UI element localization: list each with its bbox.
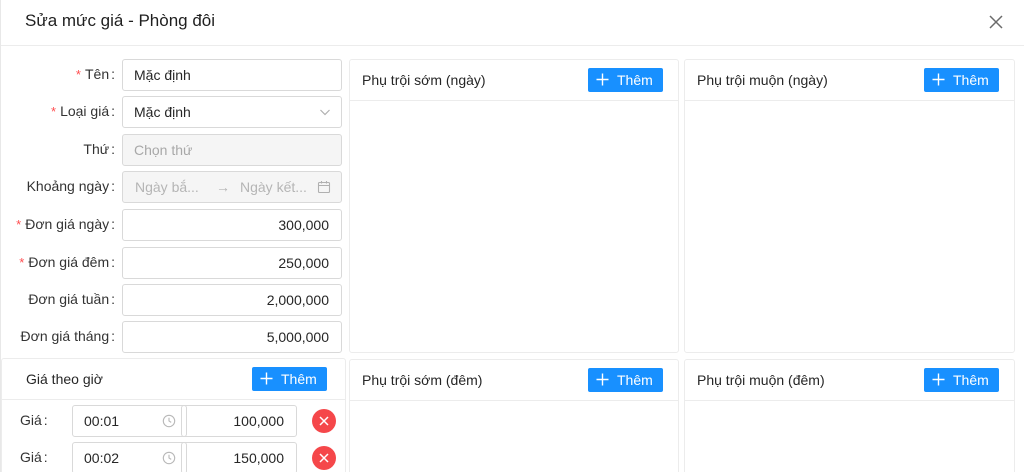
add-hourly-button[interactable]: Thêm — [252, 367, 327, 391]
price-type-select[interactable]: Mặc định — [122, 96, 342, 128]
night-price-input[interactable]: 250,000 — [122, 247, 342, 279]
panel-title: Phụ trội muộn (đêm) — [697, 372, 825, 388]
clock-icon — [162, 451, 176, 465]
price-type-value: Mặc định — [134, 104, 191, 120]
panel-header: Phụ trội sớm (ngày) Thêm — [350, 60, 678, 101]
close-button[interactable] — [985, 11, 1007, 33]
add-label: Thêm — [617, 72, 653, 88]
hourly-time-input[interactable]: 00:02 — [72, 442, 187, 472]
day-price-input[interactable]: 300,000 — [122, 209, 342, 241]
add-label: Thêm — [953, 72, 989, 88]
start-date-input[interactable]: Ngày bắ... — [135, 172, 199, 202]
date-range-picker[interactable]: Ngày bắ... → Ngày kết... — [122, 171, 342, 203]
price-type-label: * Loại giá: — [51, 103, 115, 119]
clock-icon — [162, 414, 176, 428]
end-date-input[interactable]: Ngày kết... — [240, 172, 307, 202]
weekday-row: Thứ: Chọn thứ — [1, 134, 346, 166]
plus-icon — [260, 372, 273, 385]
required-mark: * — [75, 67, 81, 82]
month-price-label: Đơn giá tháng: — [20, 328, 115, 344]
late-surcharge-night-panel: Phụ trội muộn (đêm) Thêm — [684, 359, 1015, 472]
early-surcharge-day-panel: Phụ trội sớm (ngày) Thêm — [349, 59, 679, 353]
delete-circle-icon — [319, 416, 329, 426]
add-late-night-button[interactable]: Thêm — [924, 368, 999, 392]
price-type-row: * Loại giá: Mặc định — [1, 96, 346, 128]
hourly-row-label: Giá: — [20, 412, 48, 428]
delete-circle-icon — [319, 453, 329, 463]
delete-hourly-button[interactable] — [312, 409, 336, 433]
early-surcharge-night-panel: Phụ trội sớm (đêm) Thêm — [349, 359, 679, 472]
late-surcharge-day-panel: Phụ trội muộn (ngày) Thêm — [684, 59, 1015, 353]
hourly-price-panel: Giá theo giờ Thêm Giá: 00:01 100,000 Giá… — [1, 358, 346, 472]
week-price-label: Đơn giá tuần: — [28, 291, 115, 307]
week-price-input[interactable]: 2,000,000 — [122, 284, 342, 316]
panel-title: Phụ trội sớm (đêm) — [362, 372, 483, 388]
weekday-label: Thứ: — [83, 141, 115, 157]
hourly-price-input[interactable]: 150,000 — [181, 442, 297, 472]
panel-title: Phụ trội sớm (ngày) — [362, 72, 486, 88]
month-price-row: Đơn giá tháng: 5,000,000 — [1, 321, 346, 353]
hourly-row: Giá: 00:01 100,000 — [14, 405, 344, 437]
edit-price-modal: Sửa mức giá - Phòng đôi * Tên: Mặc định *… — [0, 0, 1024, 472]
night-price-label: * Đơn giá đêm: — [19, 254, 115, 270]
panel-header: Phụ trội sớm (đêm) Thêm — [350, 360, 678, 401]
panel-header: Phụ trội muộn (đêm) Thêm — [685, 360, 1014, 401]
weekday-select[interactable]: Chọn thứ — [122, 134, 342, 166]
add-early-night-button[interactable]: Thêm — [588, 368, 663, 392]
hourly-row: Giá: 00:02 150,000 — [14, 442, 344, 472]
hourly-panel-header: Giá theo giờ Thêm — [2, 359, 345, 400]
plus-icon — [596, 373, 609, 386]
required-mark: * — [16, 217, 22, 232]
hourly-panel-title: Giá theo giờ — [26, 371, 103, 387]
chevron-down-icon — [320, 109, 330, 116]
night-price-row: * Đơn giá đêm: 250,000 — [1, 247, 346, 279]
panel-title: Phụ trội muộn (ngày) — [697, 72, 828, 88]
plus-icon — [932, 373, 945, 386]
range-arrow-icon: → — [216, 179, 230, 195]
month-price-input[interactable]: 5,000,000 — [122, 321, 342, 353]
date-range-row: Khoảng ngày: Ngày bắ... → Ngày kết... — [1, 171, 346, 203]
modal-title: Sửa mức giá - Phòng đôi — [25, 11, 216, 30]
panel-header: Phụ trội muộn (ngày) Thêm — [685, 60, 1014, 101]
day-price-label: * Đơn giá ngày: — [16, 216, 115, 232]
hourly-row-label: Giá: — [20, 449, 48, 465]
add-late-day-button[interactable]: Thêm — [924, 68, 999, 92]
modal-header: Sửa mức giá - Phòng đôi — [1, 0, 1024, 46]
hourly-price-input[interactable]: 100,000 — [181, 405, 297, 437]
name-label: * Tên: — [75, 66, 115, 82]
calendar-icon — [317, 181, 331, 194]
name-input[interactable]: Mặc định — [122, 59, 342, 91]
date-range-label: Khoảng ngày: — [26, 178, 115, 194]
add-hourly-label: Thêm — [281, 371, 317, 387]
plus-icon — [932, 73, 945, 86]
hourly-time-input[interactable]: 00:01 — [72, 405, 187, 437]
add-label: Thêm — [953, 372, 989, 388]
close-icon — [989, 15, 1003, 29]
required-mark: * — [19, 255, 25, 270]
day-price-row: * Đơn giá ngày: 300,000 — [1, 209, 346, 241]
week-price-row: Đơn giá tuần: 2,000,000 — [1, 284, 346, 316]
plus-icon — [596, 73, 609, 86]
required-mark: * — [51, 104, 57, 119]
name-row: * Tên: Mặc định — [1, 59, 346, 91]
add-label: Thêm — [617, 372, 653, 388]
delete-hourly-button[interactable] — [312, 446, 336, 470]
add-early-day-button[interactable]: Thêm — [588, 68, 663, 92]
